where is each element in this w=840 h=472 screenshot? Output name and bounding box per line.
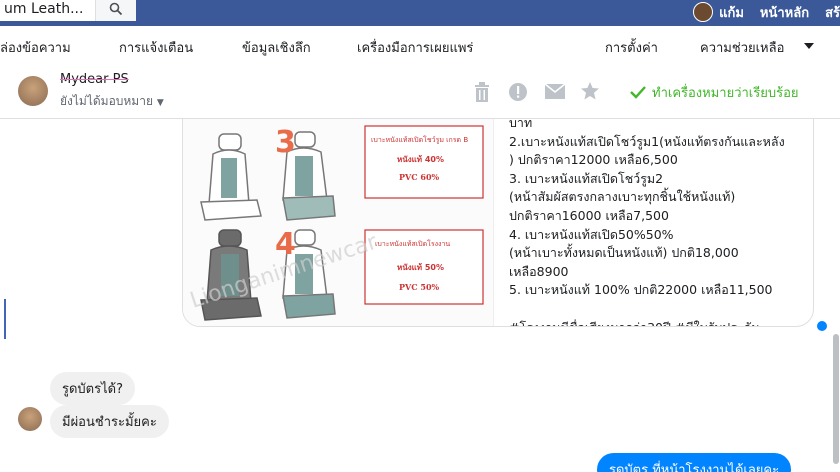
- tab-settings[interactable]: การตั้งค่า: [605, 37, 658, 58]
- post-line: ปกติราคา16000 เหลือ7,500: [509, 207, 669, 223]
- seat-icon: [200, 133, 262, 221]
- card4-line1: หนังแท้ 50%: [397, 262, 444, 272]
- card4-title: เบาะหนังแท้สเปิดโรงงาน: [375, 239, 450, 248]
- checkmark-icon: [630, 86, 646, 99]
- create-link[interactable]: สร้: [825, 2, 840, 23]
- card3-title: เบาะหนังแท้สเปิดโชว์รูม เกรด B: [371, 135, 468, 144]
- post-line: 3. เบาะหนังแท้สเปิดโชว์รูม2: [509, 170, 664, 186]
- mark-done-label: ทำเครื่องหมายว่าเรียบร้อย: [652, 86, 799, 101]
- selection-indicator: [4, 299, 6, 339]
- tab-inbox[interactable]: ล่องข้อความ: [0, 37, 71, 58]
- assign-label: ยังไม่ได้มอบหมาย: [60, 94, 153, 108]
- incoming-message[interactable]: รูดบัตรได้?: [50, 372, 135, 405]
- profile-link[interactable]: แก้ม: [719, 2, 744, 23]
- post-line: (หน้าสัมผัสตรงกลางเบาะทุกชิ้นใช้หนังแท้): [509, 189, 736, 205]
- avatar: [18, 407, 42, 431]
- seat-covers-image[interactable]: 3 เบาะหนังแท้สเปิดโชว์รูม เกรด B หนังแท้…: [183, 119, 494, 326]
- envelope-icon[interactable]: [545, 84, 565, 99]
- home-link[interactable]: หน้าหลัก: [760, 2, 809, 23]
- seat-covers-drawing: 3 เบาะหนังแท้สเปิดโชว์รูม เกรด B หนังแท้…: [187, 125, 484, 321]
- tab-publishing-tools[interactable]: เครื่องมือการเผยแพร่: [357, 37, 473, 58]
- post-line: เหลือ8900: [509, 263, 569, 279]
- contact-name[interactable]: Mydear PS: [60, 72, 129, 87]
- assign-dropdown[interactable]: ยังไม่ได้มอบหมาย ▼: [60, 92, 164, 111]
- post-line: 4. เบาะหนังแท้สเปิด50%50%: [509, 226, 674, 242]
- post-line: 2.เบาะหนังแท้สเปิดโชว์รูม1(หนังแท้ตรงกัน…: [509, 133, 785, 149]
- card3-line2: PVC 60%: [399, 172, 440, 182]
- mark-done-button[interactable]: ทำเครื่องหมายว่าเรียบร้อย: [630, 82, 799, 103]
- search-box[interactable]: um Leath...: [0, 0, 136, 21]
- page-nav: ล่องข้อความ การแจ้งเตือน ข้อมูลเชิงลึก เ…: [0, 26, 840, 65]
- search-button[interactable]: [95, 0, 136, 21]
- tab-help[interactable]: ความช่วยเหลือ: [700, 37, 784, 58]
- post-line: (หน้าเบาะทั้งหมดเป็นหนังแท้) ปกติ18,000: [509, 245, 739, 261]
- profile-avatar[interactable]: [693, 2, 714, 22]
- search-icon: [109, 2, 123, 16]
- chevron-down-icon[interactable]: [804, 43, 814, 49]
- shared-post-attachment[interactable]: 3 เบาะหนังแท้สเปิดโชว์รูม เกรด B หนังแท้…: [182, 119, 814, 327]
- label-3: 3: [275, 125, 296, 160]
- post-line: #โรงงานมีชื่อเสียงมากว่า30ปี #มีใบรับประ…: [509, 319, 809, 326]
- trash-icon[interactable]: [473, 82, 491, 102]
- alert-icon[interactable]: [508, 82, 528, 102]
- star-icon[interactable]: [580, 81, 600, 101]
- post-line: [509, 300, 809, 319]
- scrollbar[interactable]: [833, 334, 839, 464]
- tab-notifications[interactable]: การแจ้งเตือน: [119, 37, 193, 58]
- card4-line2: PVC 50%: [399, 282, 440, 292]
- search-input[interactable]: um Leath...: [0, 1, 95, 17]
- post-line: บาท: [509, 119, 533, 130]
- top-right-nav: แก้ม หน้าหลัก สร้: [693, 0, 840, 24]
- avatar[interactable]: [18, 76, 48, 106]
- seen-indicator: [817, 321, 827, 331]
- top-bar: um Leath... แก้ม หน้าหลัก สร้: [0, 0, 840, 26]
- post-text: บาท 2.เบาะหนังแท้สเปิดโชว์รูม1(หนังแท้ตร…: [509, 119, 809, 326]
- outgoing-message[interactable]: รดบัตร ที่หน้าโรงงานได้เลยคะ: [597, 453, 792, 472]
- tab-insights[interactable]: ข้อมูลเชิงลึก: [242, 37, 311, 58]
- post-line: ) ปกติราคา12000 เหลือ6,500: [509, 152, 678, 168]
- message-thread[interactable]: 3 เบาะหนังแท้สเปิดโชว์รูม เกรด B หนังแท้…: [0, 119, 840, 472]
- card3-line1: หนังแท้ 40%: [397, 154, 444, 164]
- conversation-header: Mydear PS ยังไม่ได้มอบหมาย ▼ ทำเครื่องหม…: [0, 64, 840, 119]
- caret-down-icon: ▼: [156, 98, 164, 108]
- incoming-message[interactable]: มีผ่อนชำระมั้ยคะ: [50, 405, 169, 438]
- post-line: 5. เบาะหนังแท้ 100% ปกติ22000 เหลือ11,50…: [509, 282, 773, 298]
